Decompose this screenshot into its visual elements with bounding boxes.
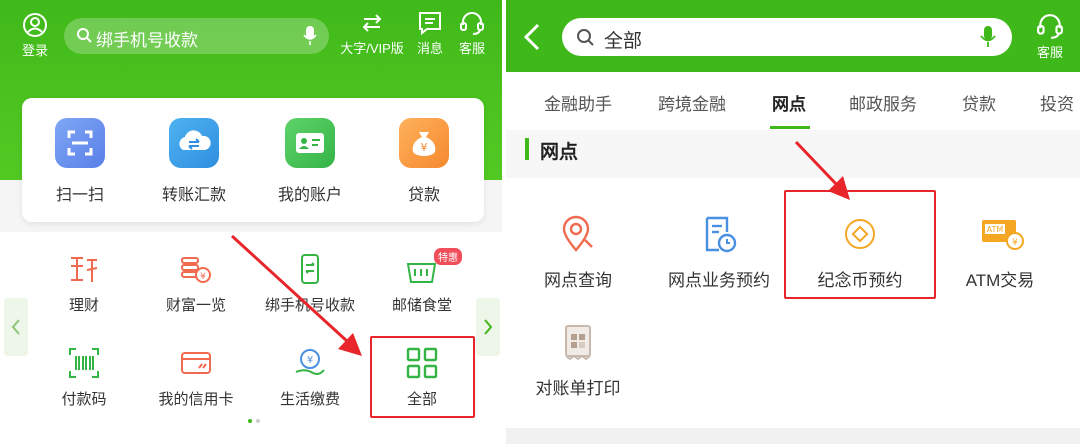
all-services-screen: 全部 客服 金融助手 跨境金融 网点 邮政服务 贷款 投资 网点 网点查询 网点… <box>506 0 1080 444</box>
phone-receive-icon <box>293 252 327 286</box>
service-label: 对账单打印 <box>535 379 621 398</box>
svg-text:¥: ¥ <box>421 141 428 154</box>
atm-icon: ATM ¥ <box>980 214 1024 254</box>
svg-text:¥: ¥ <box>200 272 206 282</box>
chevron-left-icon <box>11 319 20 335</box>
service-label: ATM交易 <box>965 271 1035 290</box>
search-input-value: 全部 <box>604 31 643 52</box>
grid-item-credit-card[interactable]: 我的信用卡 <box>136 346 256 409</box>
grid-item-canteen[interactable]: 特惠 邮储食堂 <box>362 248 482 315</box>
grid-item-bill-pay[interactable]: ¥ 生活缴费 <box>250 346 370 409</box>
grid-item-label: 绑手机号收款 <box>264 297 355 314</box>
account-card-icon <box>285 118 335 168</box>
search-placeholder: 绑手机号收款 <box>96 31 198 50</box>
quick-action-scan[interactable]: 扫一扫 <box>30 118 130 205</box>
active-tab-indicator <box>770 126 810 129</box>
highlight-box-all <box>370 336 475 418</box>
tab-loan[interactable]: 贷款 <box>962 90 996 115</box>
tab-cross-border[interactable]: 跨境金融 <box>658 90 726 115</box>
statement-print-icon <box>558 322 598 362</box>
message-icon <box>419 12 441 36</box>
section-header: 网点 <box>506 130 1080 178</box>
vip-mode-button[interactable]: 大字/VIP版 <box>336 10 408 57</box>
scan-icon <box>55 118 105 168</box>
service-label: 客服 <box>1036 45 1063 60</box>
service-branch-query[interactable]: 网点查询 <box>508 214 648 291</box>
section-title: 网点 <box>540 142 579 163</box>
service-label: 网点查询 <box>544 271 612 290</box>
search-bar[interactable]: 绑手机号收款 <box>64 18 329 54</box>
section-accent-bar <box>525 138 529 160</box>
service-branch-appointment[interactable]: 网点业务预约 <box>649 214 789 291</box>
quick-action-label: 贷款 <box>407 187 440 204</box>
barcode-icon <box>67 346 101 380</box>
back-arrow-icon[interactable] <box>522 22 542 52</box>
login-label: 登录 <box>21 43 48 58</box>
all-services-header: 全部 客服 <box>506 0 1080 72</box>
quick-action-label: 转账汇款 <box>161 187 226 204</box>
tab-branch[interactable]: 网点 <box>772 90 806 115</box>
grid-item-pay-code[interactable]: 付款码 <box>24 346 144 409</box>
quick-action-account[interactable]: 我的账户 <box>260 118 360 205</box>
page-indicator <box>246 410 262 428</box>
customer-service-button[interactable]: 客服 <box>452 10 492 57</box>
scroll-right-button[interactable] <box>476 298 500 356</box>
vip-label: 大字/VIP版 <box>340 41 404 56</box>
appointment-doc-icon <box>699 214 739 254</box>
search-bar[interactable]: 全部 <box>562 18 1012 56</box>
location-search-icon <box>558 214 598 254</box>
grid-item-label: 理财 <box>68 297 99 314</box>
service-atm[interactable]: ATM ¥ ATM交易 <box>930 214 1070 291</box>
transfer-cloud-icon <box>169 118 219 168</box>
user-icon <box>23 13 47 37</box>
customer-service-button[interactable]: 客服 <box>1028 12 1072 61</box>
service-statement-print[interactable]: 对账单打印 <box>508 322 648 399</box>
wealth-icon <box>67 252 101 286</box>
headset-icon <box>1037 14 1063 39</box>
grid-item-label: 付款码 <box>61 391 107 408</box>
bottom-spacer <box>506 428 1080 444</box>
message-label: 消息 <box>416 41 443 56</box>
message-button[interactable]: 消息 <box>410 10 450 57</box>
grid-item-label: 生活缴费 <box>279 391 340 408</box>
money-bag-icon: ¥ <box>399 118 449 168</box>
promo-badge: 特惠 <box>434 248 462 265</box>
switch-mode-icon <box>362 14 382 32</box>
credit-card-icon <box>179 346 213 380</box>
microphone-icon[interactable] <box>980 26 996 48</box>
tab-finance-assistant[interactable]: 金融助手 <box>544 90 612 115</box>
home-screen: 登录 绑手机号收款 大字/VIP版 消息 客服 扫一扫 转账汇款 我的账户 ¥ … <box>0 0 502 444</box>
tab-investment[interactable]: 投资 <box>1040 90 1074 115</box>
grid-item-phone-receive[interactable]: 绑手机号收款 <box>250 252 370 315</box>
quick-action-label: 扫一扫 <box>55 187 104 204</box>
atm-icon-text: ATM <box>987 225 1004 234</box>
coins-icon: ¥ <box>179 252 213 286</box>
grid-item-wealth-overview[interactable]: ¥ 财富一览 <box>136 252 256 315</box>
bill-pay-icon: ¥ <box>293 346 327 380</box>
page-dot <box>256 419 260 423</box>
search-icon <box>77 28 92 43</box>
grid-item-label: 邮储食堂 <box>391 297 452 314</box>
quick-action-transfer[interactable]: 转账汇款 <box>144 118 244 205</box>
quick-action-label: 我的账户 <box>277 187 342 204</box>
headset-icon <box>460 12 484 35</box>
chevron-right-icon <box>484 319 493 335</box>
service-label: 网点业务预约 <box>668 271 770 290</box>
search-icon <box>577 29 594 46</box>
service-label: 客服 <box>458 41 485 56</box>
login-button[interactable]: 登录 <box>14 12 56 59</box>
quick-actions-card: 扫一扫 转账汇款 我的账户 ¥ 贷款 <box>22 98 484 222</box>
quick-action-loan[interactable]: ¥ 贷款 <box>374 118 474 205</box>
scroll-left-button[interactable] <box>4 298 28 356</box>
category-tabs: 金融助手 跨境金融 网点 邮政服务 贷款 投资 <box>506 72 1080 130</box>
tab-postal-services[interactable]: 邮政服务 <box>849 90 917 115</box>
svg-text:¥: ¥ <box>1012 238 1018 248</box>
highlight-box-commemorative-coin <box>784 190 936 299</box>
grid-item-label: 财富一览 <box>165 297 226 314</box>
grid-item-wealth[interactable]: 理财 <box>24 252 144 315</box>
microphone-icon[interactable] <box>303 26 317 46</box>
page-dot-active <box>248 419 252 423</box>
grid-item-label: 我的信用卡 <box>158 391 234 408</box>
svg-text:¥: ¥ <box>307 355 313 366</box>
